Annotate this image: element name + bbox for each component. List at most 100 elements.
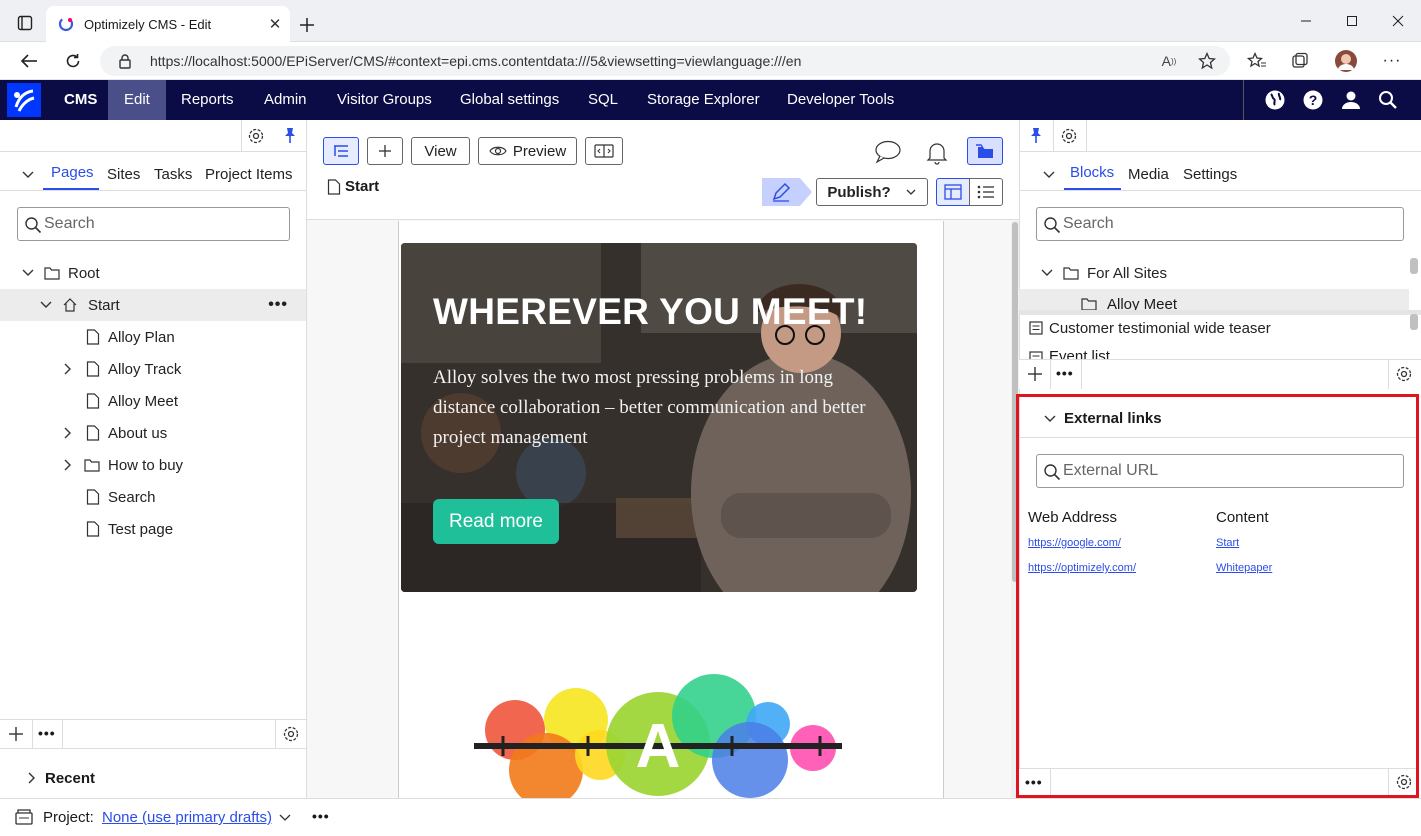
tab-pages[interactable]: Pages [51,164,94,181]
tree-row-alloy-meet[interactable]: Alloy Meet [0,385,178,417]
tree-row-root[interactable]: Root [0,257,306,289]
tab-blocks[interactable]: Blocks [1070,164,1114,181]
gear-icon[interactable] [1060,127,1078,145]
refresh-icon[interactable] [58,46,88,76]
gear-icon[interactable] [1395,365,1413,383]
nav-storage-explorer[interactable]: Storage Explorer [631,80,776,120]
chevron-right-icon[interactable] [60,457,76,473]
help-icon[interactable]: ? [1302,89,1324,111]
tab-project-items[interactable]: Project Items [205,166,293,183]
tree-row-about-us[interactable]: About us [0,417,167,449]
nav-edit[interactable]: Edit [108,80,166,120]
external-links-title[interactable]: External links [1064,410,1162,427]
read-aloud-icon[interactable]: A)) [1154,46,1184,76]
external-url-input[interactable]: External URL [1036,454,1404,488]
view-button[interactable]: View [411,137,470,165]
profile-avatar[interactable] [1331,46,1361,76]
nav-sql[interactable]: SQL [572,80,634,120]
block-search-input[interactable]: Search [1036,207,1404,241]
tree-row-alloy-plan[interactable]: Alloy Plan [0,321,175,353]
chevron-down-icon[interactable] [1039,265,1055,281]
nav-cms[interactable]: CMS [48,80,113,120]
tree-row-start[interactable]: Start ••• [0,289,306,321]
tree-row-how-to-buy[interactable]: How to buy [0,449,183,481]
notification-bell-icon[interactable] [925,140,949,166]
chevron-down-icon[interactable] [20,265,36,281]
chevron-right-icon[interactable] [24,770,40,786]
chevron-right-icon[interactable] [60,361,76,377]
on-page-edit-button[interactable] [936,178,970,206]
more-options-icon[interactable]: ••• [38,725,56,741]
tab-actions-icon[interactable] [10,8,40,38]
new-tab-icon[interactable] [292,10,322,40]
scrollbar-thumb[interactable] [1410,314,1418,330]
edit-mode-button[interactable] [762,178,812,206]
more-options-icon[interactable]: ••• [268,296,288,314]
add-favorite-icon[interactable] [1192,46,1222,76]
block-item[interactable]: Event list [1019,344,1409,359]
chevron-right-icon[interactable] [60,425,76,441]
nav-developer-tools[interactable]: Developer Tools [771,80,910,120]
tab-settings[interactable]: Settings [1183,166,1237,183]
web-address-link[interactable]: https://google.com/ [1028,537,1121,549]
tree-row-search[interactable]: Search [0,481,156,513]
collections-icon[interactable] [1285,46,1315,76]
add-icon[interactable] [1027,366,1043,382]
add-icon[interactable] [8,726,24,742]
favorites-icon[interactable] [1242,46,1272,76]
tree-row-for-all-sites[interactable]: For All Sites [1019,257,1409,289]
content-link[interactable]: Start [1216,537,1239,549]
minimize-icon[interactable] [1283,0,1329,42]
back-icon[interactable] [14,46,44,76]
close-window-icon[interactable] [1375,0,1421,42]
chevron-down-icon[interactable] [1042,411,1058,427]
tab-media[interactable]: Media [1128,166,1169,183]
chevron-down-icon[interactable] [38,297,54,313]
gear-icon[interactable] [247,127,265,145]
chevron-down-icon[interactable] [20,167,36,183]
user-icon[interactable] [1340,89,1362,111]
tab-tasks[interactable]: Tasks [154,166,192,183]
add-content-button[interactable] [367,137,403,165]
content-link[interactable]: Whitepaper [1216,562,1272,574]
all-properties-button[interactable] [969,178,1003,206]
nav-global-settings[interactable]: Global settings [444,80,575,120]
more-options-icon[interactable]: ••• [1025,774,1043,790]
compare-button[interactable] [585,137,623,165]
nav-visitor-groups[interactable]: Visitor Groups [321,80,448,120]
tree-row-alloy-track[interactable]: Alloy Track [0,353,181,385]
maximize-icon[interactable] [1329,0,1375,42]
url-field[interactable]: https://localhost:5000/EPiServer/CMS/#co… [100,46,1230,76]
browser-menu-icon[interactable]: ··· [1377,46,1407,76]
gear-icon[interactable] [1395,773,1413,791]
scrollbar-thumb[interactable] [1410,258,1418,274]
page-search-input[interactable]: Search [17,207,290,241]
more-options-icon[interactable]: ••• [1056,365,1074,381]
toggle-navigation-pane-button[interactable] [323,137,359,165]
nav-admin[interactable]: Admin [248,80,323,120]
more-options-icon[interactable]: ••• [312,808,330,824]
pin-icon[interactable] [281,126,299,144]
chevron-down-icon[interactable] [278,810,292,824]
lock-icon[interactable] [118,53,132,69]
comment-icon[interactable] [874,140,902,164]
tab-sites[interactable]: Sites [107,166,140,183]
project-selector[interactable]: None (use primary drafts) [102,809,272,826]
browser-tab[interactable]: Optimizely CMS - Edit ✕ [46,6,290,42]
toggle-assets-pane-button[interactable] [967,137,1003,165]
publish-button[interactable]: Publish? [816,178,928,206]
web-address-link[interactable]: https://optimizely.com/ [1028,562,1136,574]
tree-row-alloy-meet[interactable]: Alloy Meet [1019,289,1409,310]
gear-icon[interactable] [282,725,300,743]
block-item[interactable]: Customer testimonial wide teaser [1019,312,1409,344]
optimizely-logo[interactable] [0,80,48,120]
read-more-button[interactable]: Read more [433,499,559,544]
recent-section-label[interactable]: Recent [45,770,95,787]
tree-row-test-page[interactable]: Test page [0,513,173,545]
search-icon[interactable] [1378,90,1398,110]
globe-icon[interactable] [1264,89,1286,111]
pin-icon[interactable] [1027,126,1045,144]
nav-reports[interactable]: Reports [165,80,250,120]
close-tab-icon[interactable]: ✕ [260,9,290,39]
preview-button[interactable]: Preview [478,137,577,165]
